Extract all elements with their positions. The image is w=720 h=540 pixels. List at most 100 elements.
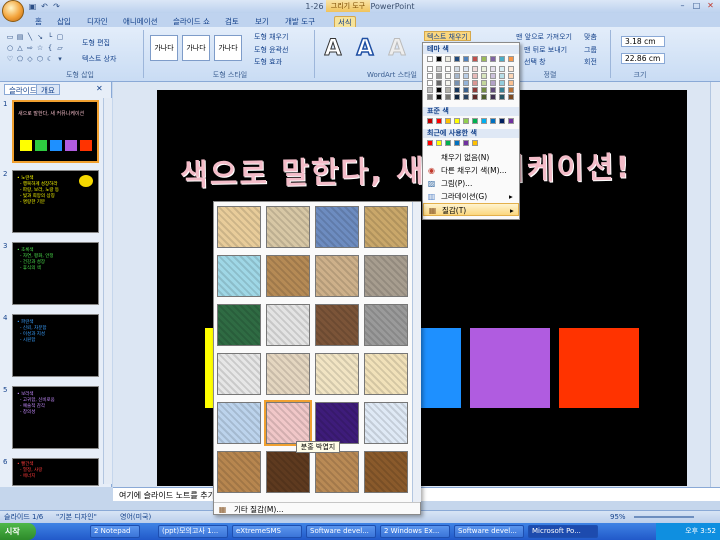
texture-canvas[interactable] [266,206,310,248]
theme-color-swatch[interactable] [508,66,514,72]
theme-color-swatch[interactable] [445,94,451,100]
theme-color-swatch[interactable] [499,56,505,62]
theme-color-swatch[interactable] [508,80,514,86]
slide-thumbnail-6[interactable]: • 빨간색 - 열정, 사랑 - 에너지 [12,458,99,486]
texture-newsprint[interactable] [217,353,261,395]
send-to-back-button[interactable]: 맨 뒤로 보내기 [524,45,567,55]
editor-scrollbar[interactable] [710,82,720,487]
theme-color-swatch[interactable] [481,94,487,100]
recent-color-swatch[interactable] [463,140,469,146]
texture-sand[interactable] [364,255,408,297]
maximize-icon[interactable]: □ [690,1,703,11]
theme-color-swatch[interactable] [436,94,442,100]
taskbar-item-notepad[interactable]: 2 Notepad [90,525,140,538]
recent-color-swatch[interactable] [427,140,433,146]
taskbar-item-sms[interactable]: eXtremeSMS [232,525,302,538]
theme-color-swatch[interactable] [454,94,460,100]
texture-papyrus[interactable] [217,206,261,248]
start-button[interactable]: 시작 [0,523,36,540]
theme-color-swatch[interactable] [490,87,496,93]
texture-paper-bag[interactable] [266,255,310,297]
theme-color-swatch[interactable] [454,66,460,72]
standard-color-swatch[interactable] [436,118,442,124]
theme-color-swatch[interactable] [508,94,514,100]
theme-color-swatch[interactable] [436,87,442,93]
office-button[interactable] [2,0,24,22]
wordart-style-white[interactable]: A [318,34,348,64]
color-square-red[interactable] [559,328,639,408]
theme-color-swatch[interactable] [436,80,442,86]
wordart-style-light[interactable]: A [382,34,412,64]
theme-color-swatch[interactable] [427,94,433,100]
texture-brown-marble[interactable] [315,304,359,346]
theme-color-swatch[interactable] [445,87,451,93]
rounded-rect-shape-icon[interactable]: ▢ [56,33,64,41]
theme-color-swatch[interactable] [472,66,478,72]
diamond-shape-icon[interactable]: ◇ [26,55,34,63]
standard-color-swatch[interactable] [427,118,433,124]
theme-color-swatch[interactable] [454,73,460,79]
theme-color-swatch[interactable] [481,73,487,79]
shape-style-1[interactable]: 가나다 [150,35,178,61]
theme-color-swatch[interactable] [445,80,451,86]
tab-developer[interactable]: 개발 도구 [282,16,318,27]
align-button[interactable]: 맞춤 [584,32,597,42]
star-shape-icon[interactable]: ☆ [36,44,44,52]
minimize-icon[interactable]: – [676,1,689,11]
rotate-button[interactable]: 회전 [584,57,597,67]
theme-color-swatch[interactable] [436,66,442,72]
theme-color-swatch[interactable] [490,80,496,86]
zoom-level[interactable]: 95% [610,511,626,523]
theme-color-grid[interactable] [427,56,517,102]
bring-to-front-button[interactable]: 맨 앞으로 가져오기 [516,32,572,42]
standard-color-swatch[interactable] [490,118,496,124]
picture-fill-item[interactable]: ▨ 그림(P)... [423,177,519,190]
theme-color-swatch[interactable] [472,80,478,86]
theme-color-swatch[interactable] [490,66,496,72]
zoom-slider[interactable] [634,516,694,518]
texture-granite[interactable] [364,304,408,346]
block-arrow-shape-icon[interactable]: ⇨ [26,44,34,52]
shape-height-input[interactable]: 3.18 cm [621,36,665,47]
rectangle-shape-icon[interactable]: ▭ [6,33,14,41]
texture-grid[interactable] [217,206,413,502]
tab-home[interactable]: 홈 [32,16,45,27]
theme-color-swatch[interactable] [490,94,496,100]
theme-color-swatch[interactable] [454,87,460,93]
standard-color-swatch[interactable] [481,118,487,124]
tab-view[interactable]: 보기 [252,16,272,27]
slides-pane-scrollbar[interactable] [103,98,112,484]
taskbar-item-software-2[interactable]: Software devel... [454,525,524,538]
theme-color-swatch[interactable] [481,87,487,93]
theme-color-swatch[interactable] [499,73,505,79]
theme-color-swatch[interactable] [508,56,514,62]
edit-shape-button[interactable]: 도형 편집 [82,38,110,48]
theme-color-swatch[interactable] [499,94,505,100]
theme-color-swatch[interactable] [472,56,478,62]
tab-outline[interactable]: 개요 [36,84,60,95]
texture-purple-mesh[interactable] [315,402,359,444]
theme-color-swatch[interactable] [481,80,487,86]
theme-color-swatch[interactable] [427,66,433,72]
theme-color-swatch[interactable] [472,73,478,79]
shape-fill-button[interactable]: 도형 채우기 [254,32,288,42]
theme-color-swatch[interactable] [445,66,451,72]
recent-color-swatch[interactable] [472,140,478,146]
callout-shape-icon[interactable]: ▱ [56,44,64,52]
standard-color-row[interactable] [427,118,517,126]
texture-green-marble[interactable] [217,304,261,346]
texture-cork[interactable] [217,451,261,493]
texture-water-droplets[interactable] [217,255,261,297]
theme-color-swatch[interactable] [490,56,496,62]
oval-shape-icon[interactable]: ○ [6,44,14,52]
gradient-fill-item[interactable]: ▥ 그라데이션(G) ▸ [423,190,519,203]
slide-thumbnail-1[interactable]: 새으로 말한다, 새 커뮤니케이션 [12,100,99,163]
theme-color-swatch[interactable] [481,56,487,62]
shape-width-input[interactable]: 22.86 cm [621,53,665,64]
theme-color-swatch[interactable] [463,73,469,79]
hexagon-shape-icon[interactable]: ⬡ [36,55,44,63]
theme-color-swatch[interactable] [427,87,433,93]
shape-style-3[interactable]: 가나다 [214,35,242,61]
texture-white-marble[interactable] [266,304,310,346]
close-pane-icon[interactable]: ✕ [96,84,103,93]
